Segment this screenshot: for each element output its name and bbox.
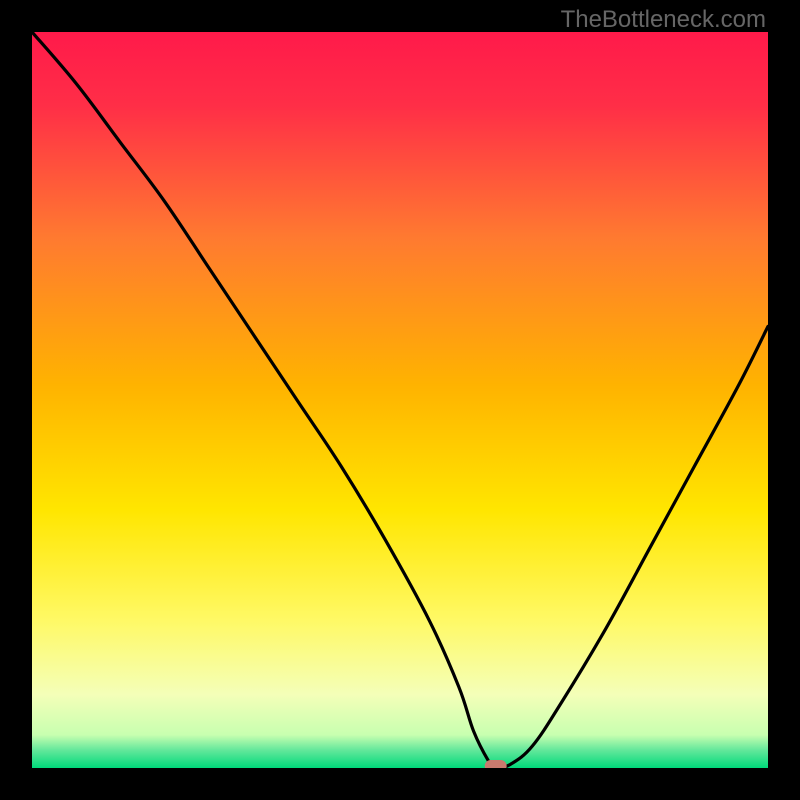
bottleneck-curve [32, 32, 768, 768]
watermark-text: TheBottleneck.com [561, 6, 766, 34]
chart-container: TheBottleneck.com [0, 0, 800, 800]
plot-area [32, 32, 768, 768]
minimum-marker [485, 760, 507, 768]
